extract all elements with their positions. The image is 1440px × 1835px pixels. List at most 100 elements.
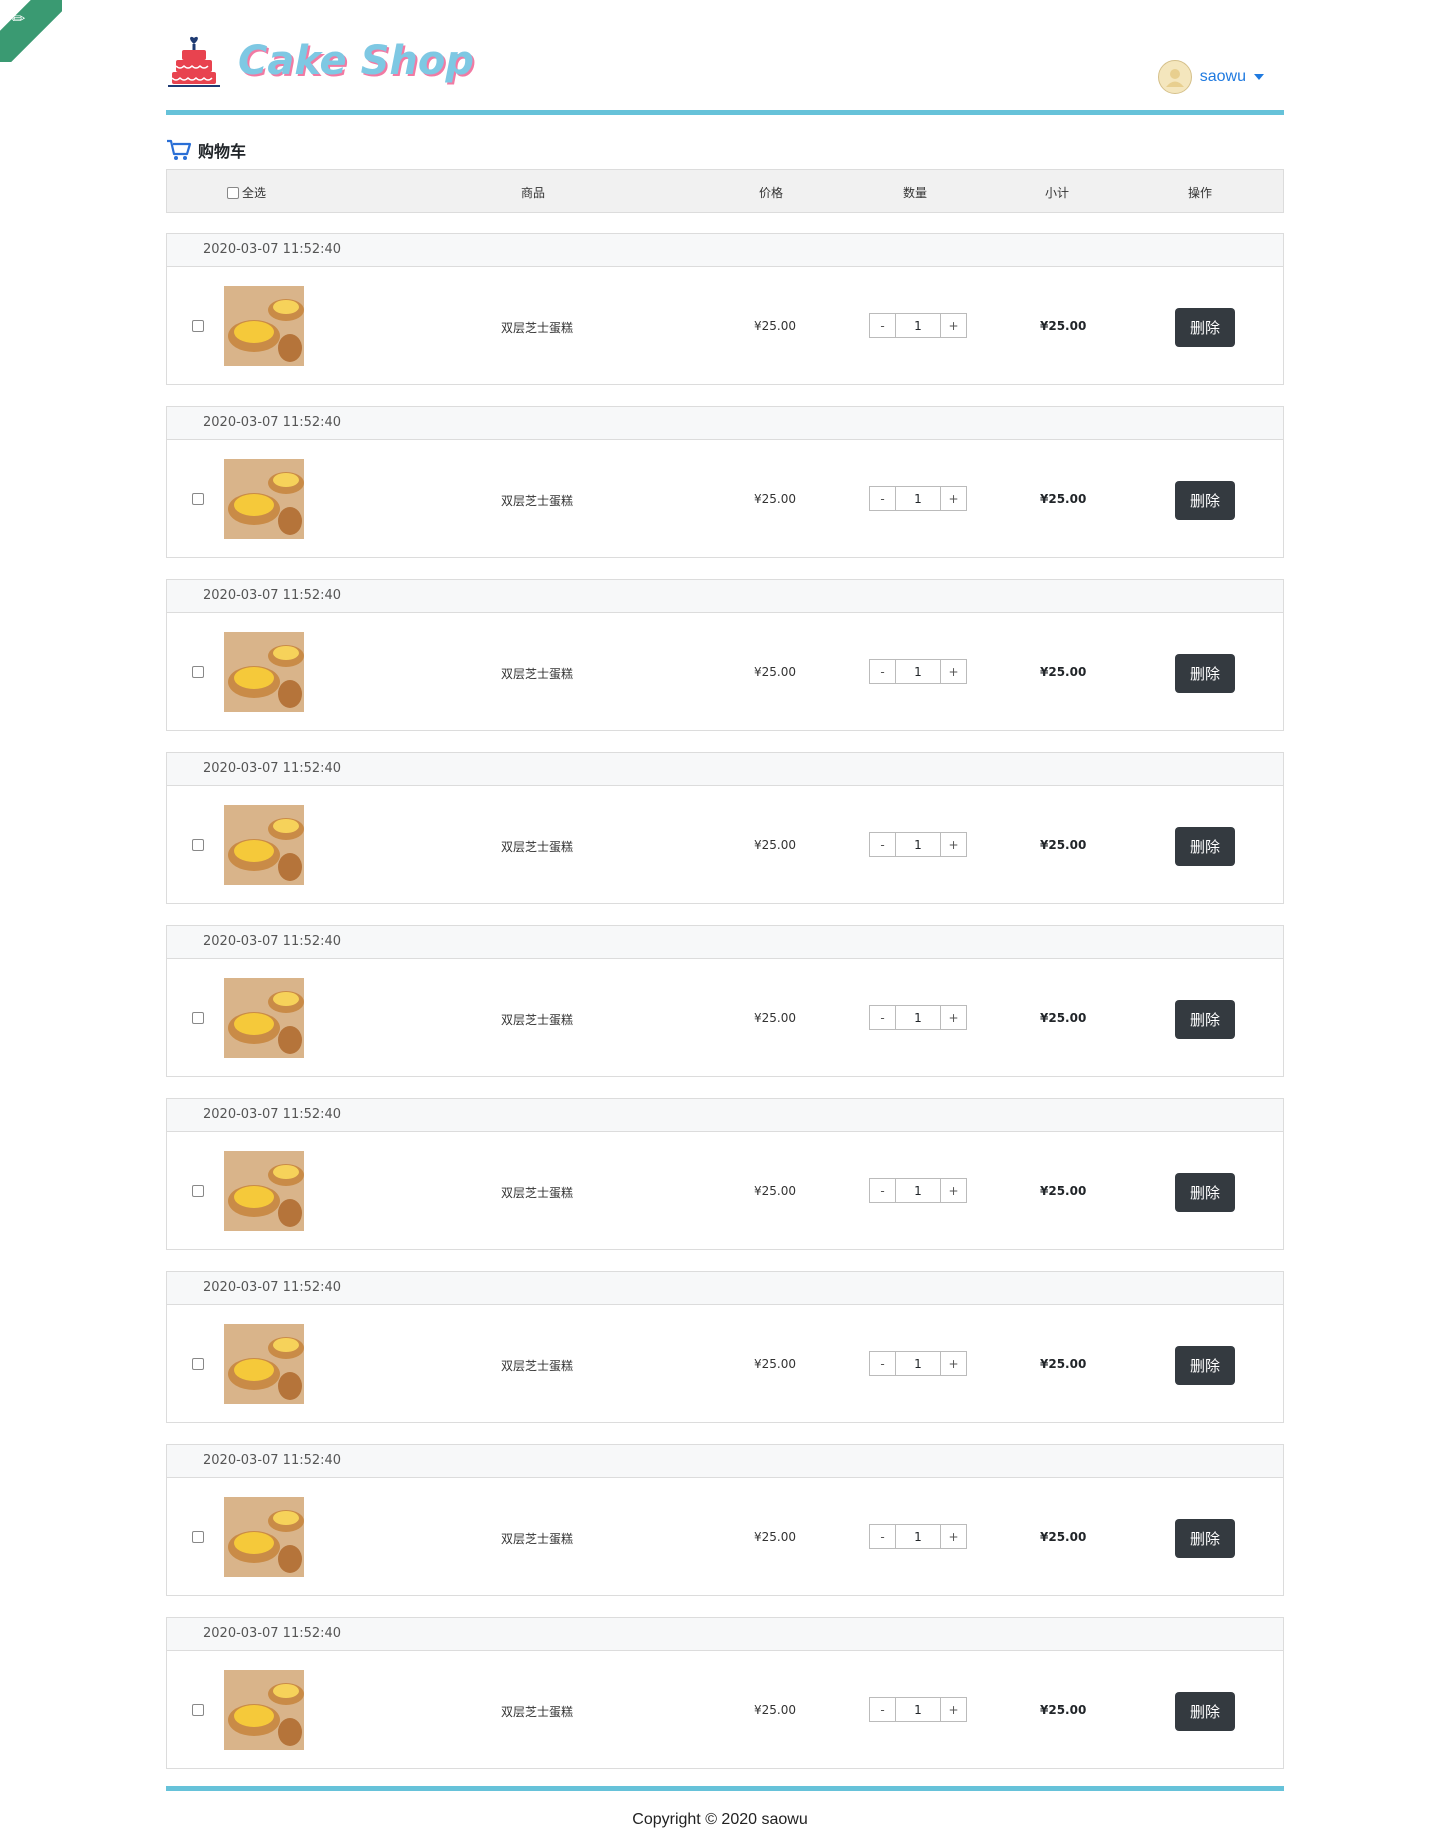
decrement-button[interactable]: -: [870, 314, 895, 337]
cart-item-row: 双层芝士蛋糕 ¥25.00 -1 + ¥25.00 删除: [167, 959, 1283, 1077]
delete-button[interactable]: 删除: [1175, 1000, 1235, 1039]
increment-button[interactable]: +: [941, 1179, 966, 1202]
product-price: ¥25.00: [754, 665, 796, 679]
quantity-input[interactable]: 1: [895, 660, 941, 683]
item-checkbox[interactable]: [192, 666, 204, 678]
decrement-button[interactable]: -: [870, 1698, 895, 1721]
product-thumbnail[interactable]: [224, 1497, 304, 1577]
increment-button[interactable]: +: [941, 1006, 966, 1029]
quantity-input[interactable]: 1: [895, 833, 941, 856]
product-thumbnail[interactable]: [224, 286, 304, 366]
delete-button[interactable]: 删除: [1175, 654, 1235, 693]
column-subtotal: 小计: [1045, 186, 1070, 200]
decrement-button[interactable]: -: [870, 487, 895, 510]
quantity-input[interactable]: 1: [895, 1352, 941, 1375]
order-date: 2020-03-07 11:52:40: [167, 1272, 1283, 1305]
item-checkbox[interactable]: [192, 1531, 204, 1543]
delete-button[interactable]: 删除: [1175, 1519, 1235, 1558]
order-date: 2020-03-07 11:52:40: [167, 926, 1283, 959]
logo[interactable]: Cake Shop: [166, 34, 474, 88]
quantity-input[interactable]: 1: [895, 314, 941, 337]
quantity-stepper: -1 +: [869, 659, 967, 684]
cart-icon: [167, 139, 192, 160]
product-thumbnail[interactable]: [224, 805, 304, 885]
delete-button[interactable]: 删除: [1175, 827, 1235, 866]
item-checkbox[interactable]: [192, 839, 204, 851]
increment-button[interactable]: +: [941, 314, 966, 337]
quantity-input[interactable]: 1: [895, 1179, 941, 1202]
product-thumbnail[interactable]: [224, 459, 304, 539]
increment-button[interactable]: +: [941, 833, 966, 856]
item-checkbox[interactable]: [192, 1358, 204, 1370]
quantity-stepper: -1 +: [869, 1178, 967, 1203]
user-avatar-icon: [1165, 69, 1184, 87]
delete-button[interactable]: 删除: [1175, 308, 1235, 347]
quantity-input[interactable]: 1: [895, 1698, 941, 1721]
decrement-button[interactable]: -: [870, 1352, 895, 1375]
product-price: ¥25.00: [754, 319, 796, 333]
increment-button[interactable]: +: [941, 487, 966, 510]
product-thumbnail[interactable]: [224, 1151, 304, 1231]
cart-item-row: 双层芝士蛋糕 ¥25.00 -1 + ¥25.00 删除: [167, 1305, 1283, 1423]
cake-icon: [168, 36, 220, 87]
cart-item-row: 双层芝士蛋糕 ¥25.00 -1 + ¥25.00 删除: [167, 440, 1283, 558]
quantity-input[interactable]: 1: [895, 1006, 941, 1029]
quantity-input[interactable]: 1: [895, 1525, 941, 1548]
item-subtotal: ¥25.00: [1040, 1530, 1087, 1544]
product-name[interactable]: 双层芝士蛋糕: [501, 1184, 573, 1201]
item-subtotal: ¥25.00: [1040, 665, 1087, 679]
product-name[interactable]: 双层芝士蛋糕: [501, 319, 573, 336]
delete-button[interactable]: 删除: [1175, 1346, 1235, 1385]
user-menu[interactable]: saowu: [1157, 60, 1264, 94]
product-thumbnail[interactable]: [224, 1670, 304, 1750]
select-all[interactable]: 全选: [227, 184, 266, 201]
increment-button[interactable]: +: [941, 660, 966, 683]
product-name[interactable]: 双层芝士蛋糕: [501, 1011, 573, 1028]
item-checkbox[interactable]: [192, 320, 204, 332]
header-divider: [166, 110, 1284, 115]
delete-button[interactable]: 删除: [1175, 481, 1235, 520]
item-checkbox[interactable]: [192, 1012, 204, 1024]
cart-heading: 购物车: [166, 138, 246, 162]
increment-button[interactable]: +: [941, 1352, 966, 1375]
delete-button[interactable]: 删除: [1175, 1173, 1235, 1212]
product-thumbnail[interactable]: [224, 632, 304, 712]
decrement-button[interactable]: -: [870, 1006, 895, 1029]
product-name[interactable]: 双层芝士蛋糕: [501, 1357, 573, 1374]
decrement-button[interactable]: -: [870, 660, 895, 683]
increment-button[interactable]: +: [941, 1525, 966, 1548]
cart-item: 2020-03-07 11:52:40 双层芝士蛋糕 ¥25.00 -1 + ¥25.00…: [166, 925, 1284, 1077]
decrement-button[interactable]: -: [870, 1179, 895, 1202]
caret-down-icon: [1254, 74, 1264, 80]
item-checkbox[interactable]: [192, 1185, 204, 1197]
item-checkbox[interactable]: [192, 493, 204, 505]
product-thumbnail[interactable]: [224, 978, 304, 1058]
item-subtotal: ¥25.00: [1040, 319, 1087, 333]
item-subtotal: ¥25.00: [1040, 1184, 1087, 1198]
item-checkbox[interactable]: [192, 1704, 204, 1716]
select-all-checkbox[interactable]: [227, 186, 239, 199]
cart-item: 2020-03-07 11:52:40 双层芝士蛋糕 ¥25.00 -1 + ¥25.00…: [166, 752, 1284, 904]
order-date: 2020-03-07 11:52:40: [167, 234, 1283, 267]
item-subtotal: ¥25.00: [1040, 1357, 1087, 1371]
quantity-input[interactable]: 1: [895, 487, 941, 510]
product-name[interactable]: 双层芝士蛋糕: [501, 492, 573, 509]
increment-button[interactable]: +: [941, 1698, 966, 1721]
site-header: Cake Shop saowu: [166, 0, 1284, 116]
product-name[interactable]: 双层芝士蛋糕: [501, 1530, 573, 1547]
decrement-button[interactable]: -: [870, 1525, 895, 1548]
product-name[interactable]: 双层芝士蛋糕: [501, 838, 573, 855]
delete-button[interactable]: 删除: [1175, 1692, 1235, 1731]
decrement-button[interactable]: -: [870, 833, 895, 856]
ribbon-band: [0, 0, 62, 62]
cart-item: 2020-03-07 11:52:40 双层芝士蛋糕 ¥25.00 -1 + ¥25.00…: [166, 1444, 1284, 1596]
product-price: ¥25.00: [754, 1011, 796, 1025]
egg-tart-image: [224, 805, 304, 885]
order-date: 2020-03-07 11:52:40: [167, 580, 1283, 613]
quantity-stepper: -1 +: [869, 486, 967, 511]
product-thumbnail[interactable]: [224, 1324, 304, 1404]
github-corner-ribbon[interactable]: ✎: [0, 0, 62, 62]
order-date: 2020-03-07 11:52:40: [167, 1445, 1283, 1478]
product-name[interactable]: 双层芝士蛋糕: [501, 1703, 573, 1720]
product-name[interactable]: 双层芝士蛋糕: [501, 665, 573, 682]
